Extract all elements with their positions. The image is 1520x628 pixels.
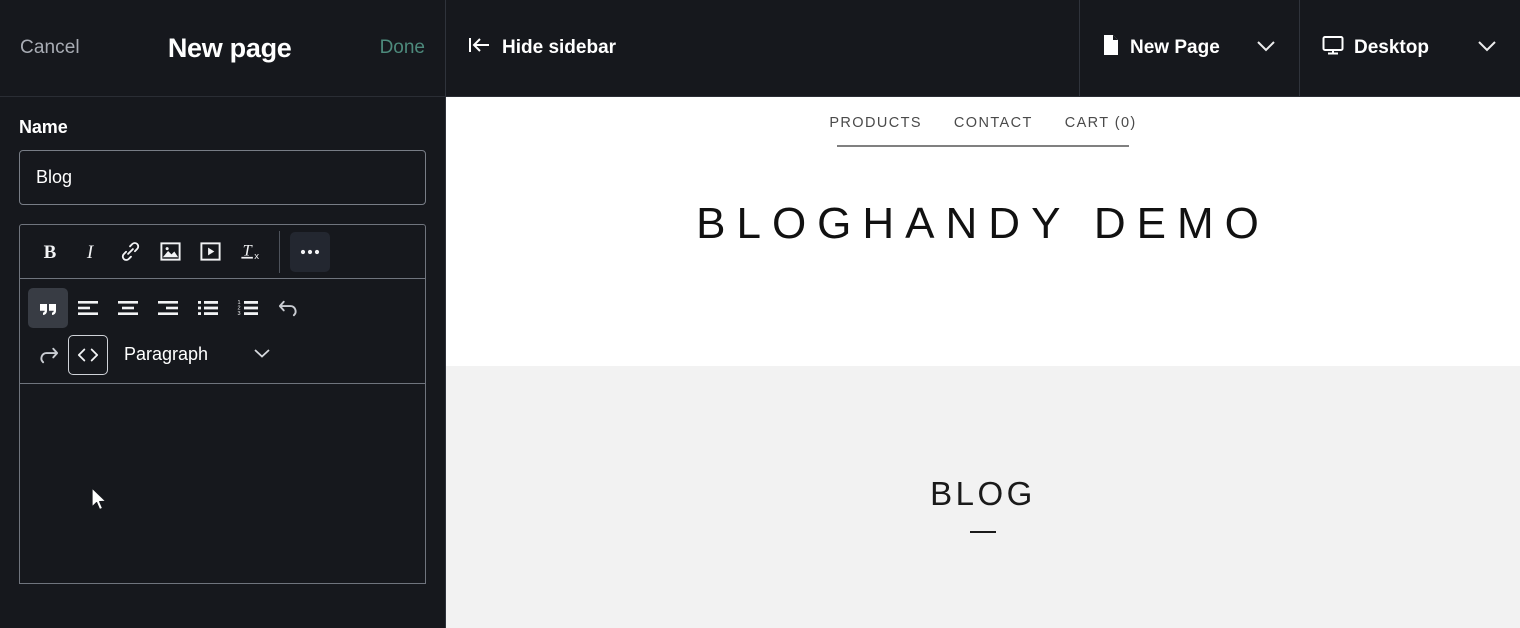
ellipsis-icon [299,248,321,256]
nav-link-contact[interactable]: CONTACT [954,115,1033,131]
rich-text-editor: B I T x 1 2 3 Paragraph [19,224,426,584]
name-field-label: Name [19,117,68,137]
page-editor-header: Cancel New page Done [0,0,446,96]
align-right-button[interactable] [148,288,188,328]
toolbar-row-tertiary: Paragraph [20,331,425,383]
link-icon [119,240,142,263]
italic-button[interactable]: I [70,232,110,272]
site-header-block: BLOGHANDY DEMO [446,147,1520,366]
collapse-sidebar-icon [468,35,492,61]
device-selector[interactable]: Desktop [1300,0,1520,96]
bulleted-list-button[interactable] [188,288,228,328]
heading-underline-rule [970,530,996,533]
redo-button[interactable] [28,335,68,375]
page-hero-band: BLOG [446,366,1520,628]
align-left-icon [77,299,99,317]
toolbar-row-primary: B I T x [20,225,425,279]
nav-links-list: PRODUCTS CONTACT CART (0) [825,115,1140,145]
device-selector-label: Desktop [1354,37,1429,58]
editor-toolbar: B I T x 1 2 3 Paragraph [19,224,426,384]
hide-sidebar-label: Hide sidebar [502,37,617,58]
bulleted-list-icon [197,299,219,317]
page-title: New page [167,32,292,63]
hide-sidebar-section: Hide sidebar [446,0,1080,96]
undo-button[interactable] [268,288,308,328]
clear-formatting-button[interactable]: T x [230,232,270,272]
clear-formatting-icon: T x [238,240,262,263]
blockquote-button[interactable] [28,287,68,328]
more-options-button[interactable] [290,231,330,272]
quote-icon [37,298,59,318]
image-icon [159,240,182,263]
svg-text:x: x [254,251,259,262]
block-format-select[interactable]: Paragraph [124,344,272,365]
chevron-down-icon [1255,37,1277,59]
editor-content-area[interactable] [19,384,426,584]
nav-link-products[interactable]: PRODUCTS [829,115,922,131]
toolbar-divider [279,230,280,273]
page-selector[interactable]: New Page [1080,0,1300,96]
site-preview-panel: PRODUCTS CONTACT CART (0) BLOGHANDY DEMO… [446,97,1520,628]
page-selector-label: New Page [1130,37,1220,58]
svg-text:B: B [44,242,57,263]
bold-button[interactable]: B [30,232,70,272]
link-button[interactable] [110,232,150,272]
nav-link-cart[interactable]: CART (0) [1065,115,1137,131]
block-format-value: Paragraph [124,344,209,364]
desktop-monitor-icon [1322,35,1344,61]
undo-icon [277,297,300,318]
cancel-button[interactable]: Cancel [20,37,80,59]
code-view-button[interactable] [68,334,108,375]
video-button[interactable] [190,232,230,272]
video-icon [199,240,222,263]
page-settings-sidebar: Name B I [0,97,446,628]
align-left-button[interactable] [68,288,108,328]
hide-sidebar-button[interactable]: Hide sidebar [468,35,616,61]
chevron-down-icon [252,346,272,364]
chevron-down-icon [1476,37,1498,59]
redo-icon [37,344,60,365]
numbered-list-button[interactable]: 1 2 3 [228,288,268,328]
main-body: Name B I [0,97,1520,628]
code-brackets-icon [77,346,99,364]
site-navigation: PRODUCTS CONTACT CART (0) [446,97,1520,147]
top-toolbar: Cancel New page Done Hide sidebar New Pa… [0,0,1520,97]
svg-text:3: 3 [238,311,241,317]
align-right-icon [157,299,179,317]
page-name-input[interactable] [19,150,426,205]
page-heading: BLOG [930,474,1036,512]
page-file-icon [1102,34,1120,62]
page-builder-app: Cancel New page Done Hide sidebar New Pa… [0,0,1520,628]
toolbar-row-secondary: 1 2 3 [20,279,425,331]
align-center-icon [117,299,139,317]
numbered-list-icon: 1 2 3 [237,299,259,317]
align-center-button[interactable] [108,288,148,328]
svg-text:T: T [243,240,254,259]
done-button[interactable]: Done [380,37,425,59]
svg-text:I: I [86,242,95,263]
site-logo-text[interactable]: BLOGHANDY DEMO [446,147,1520,249]
image-button[interactable] [150,232,190,272]
